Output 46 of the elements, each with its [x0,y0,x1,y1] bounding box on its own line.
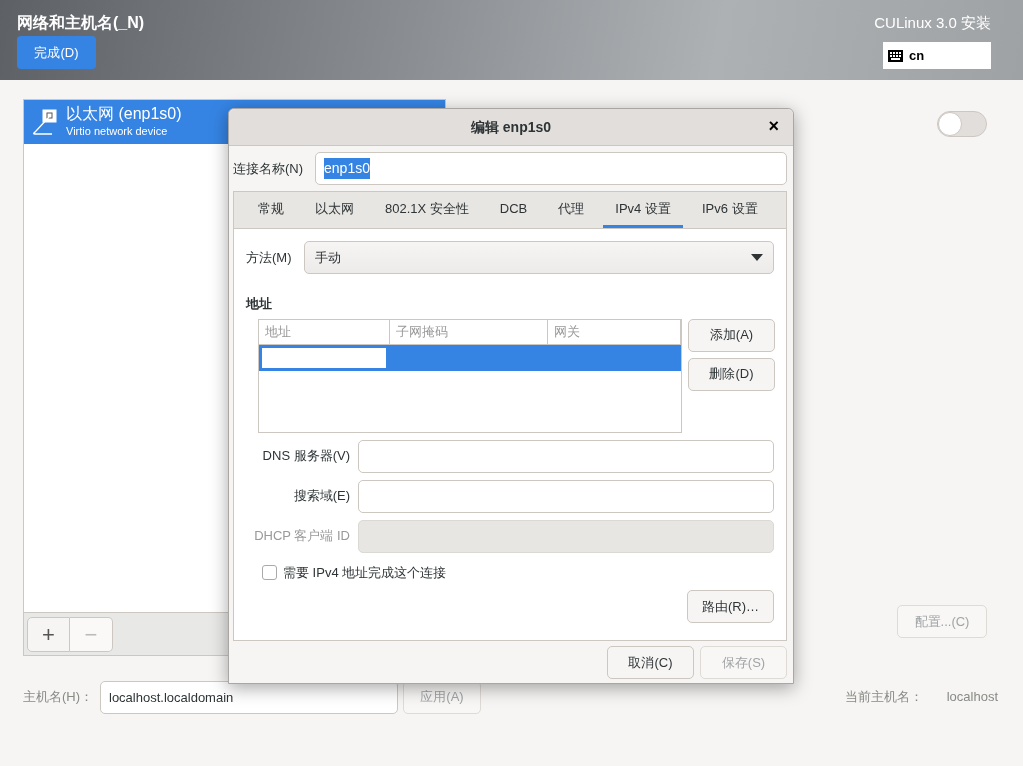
address-section-heading: 地址 [246,295,273,313]
connection-name-label: 连接名称(N) [233,159,304,178]
address-row[interactable] [259,344,681,371]
column-header: 子网掩码 [389,319,549,344]
hostname-label: 主机名(H)： [23,688,95,707]
settings-tab[interactable]: DCB [487,192,540,228]
screen-title: 网络和主机名(_N) [17,13,145,33]
device-description: Virtio network device [66,123,169,139]
settings-tab[interactable]: 常规 [246,192,296,228]
checkbox-label: 需要 IPv4 地址完成这个连接 [283,563,447,582]
settings-tab[interactable]: IPv6 设置 [689,192,770,228]
done-button[interactable]: 完成(D) [17,36,96,69]
ethernet-cable-icon [32,109,58,135]
connection-name-field[interactable]: enp1s0 [315,152,787,185]
keyboard-layout-text: cn [909,46,925,65]
dialog-title: 编辑 enp1s0 [470,117,552,137]
settings-tab[interactable]: IPv4 设置 [603,192,683,228]
field-label: DNS 服务器(V) [261,447,350,466]
column-header: 网关 [548,319,681,344]
device-name: 以太网 (enp1s0) [66,104,182,123]
keyboard-layout-indicator[interactable]: cn [883,42,991,69]
routes-button[interactable]: 路由(R)… [687,590,774,623]
method-dropdown[interactable]: 手动 [303,241,774,274]
settings-tab[interactable]: 以太网 [303,192,366,228]
close-button[interactable]: × [764,115,783,137]
add-address-button[interactable]: 添加(A) [688,318,775,352]
checkbox[interactable] [262,564,277,580]
field-label: 搜索域(E) [292,487,350,506]
field-label: DHCP 客户端 ID [253,527,350,546]
address-cell-editor[interactable] [261,346,387,369]
settings-tab[interactable]: 802.1X 安全性 [373,192,481,228]
keyboard-icon [888,49,903,62]
settings-tab[interactable]: 代理 [546,192,597,228]
add-device-button[interactable]: + [27,617,70,652]
text-field[interactable] [358,439,774,473]
product-title: CULinux 3.0 安装 [874,13,991,33]
delete-address-button[interactable]: 删除(D) [688,357,775,391]
current-hostname-value: localhost [946,688,998,707]
connection-switch[interactable] [937,111,987,137]
cancel-button[interactable]: 取消(C) [607,646,694,679]
column-header: 地址 [259,319,390,344]
current-hostname-label: 当前主机名： [844,688,923,707]
text-field[interactable] [358,479,774,513]
method-label: 方法(M) [246,248,292,267]
dropdown-caret-icon [751,254,763,261]
hostname-field[interactable]: localhost.localdomain [100,680,398,714]
